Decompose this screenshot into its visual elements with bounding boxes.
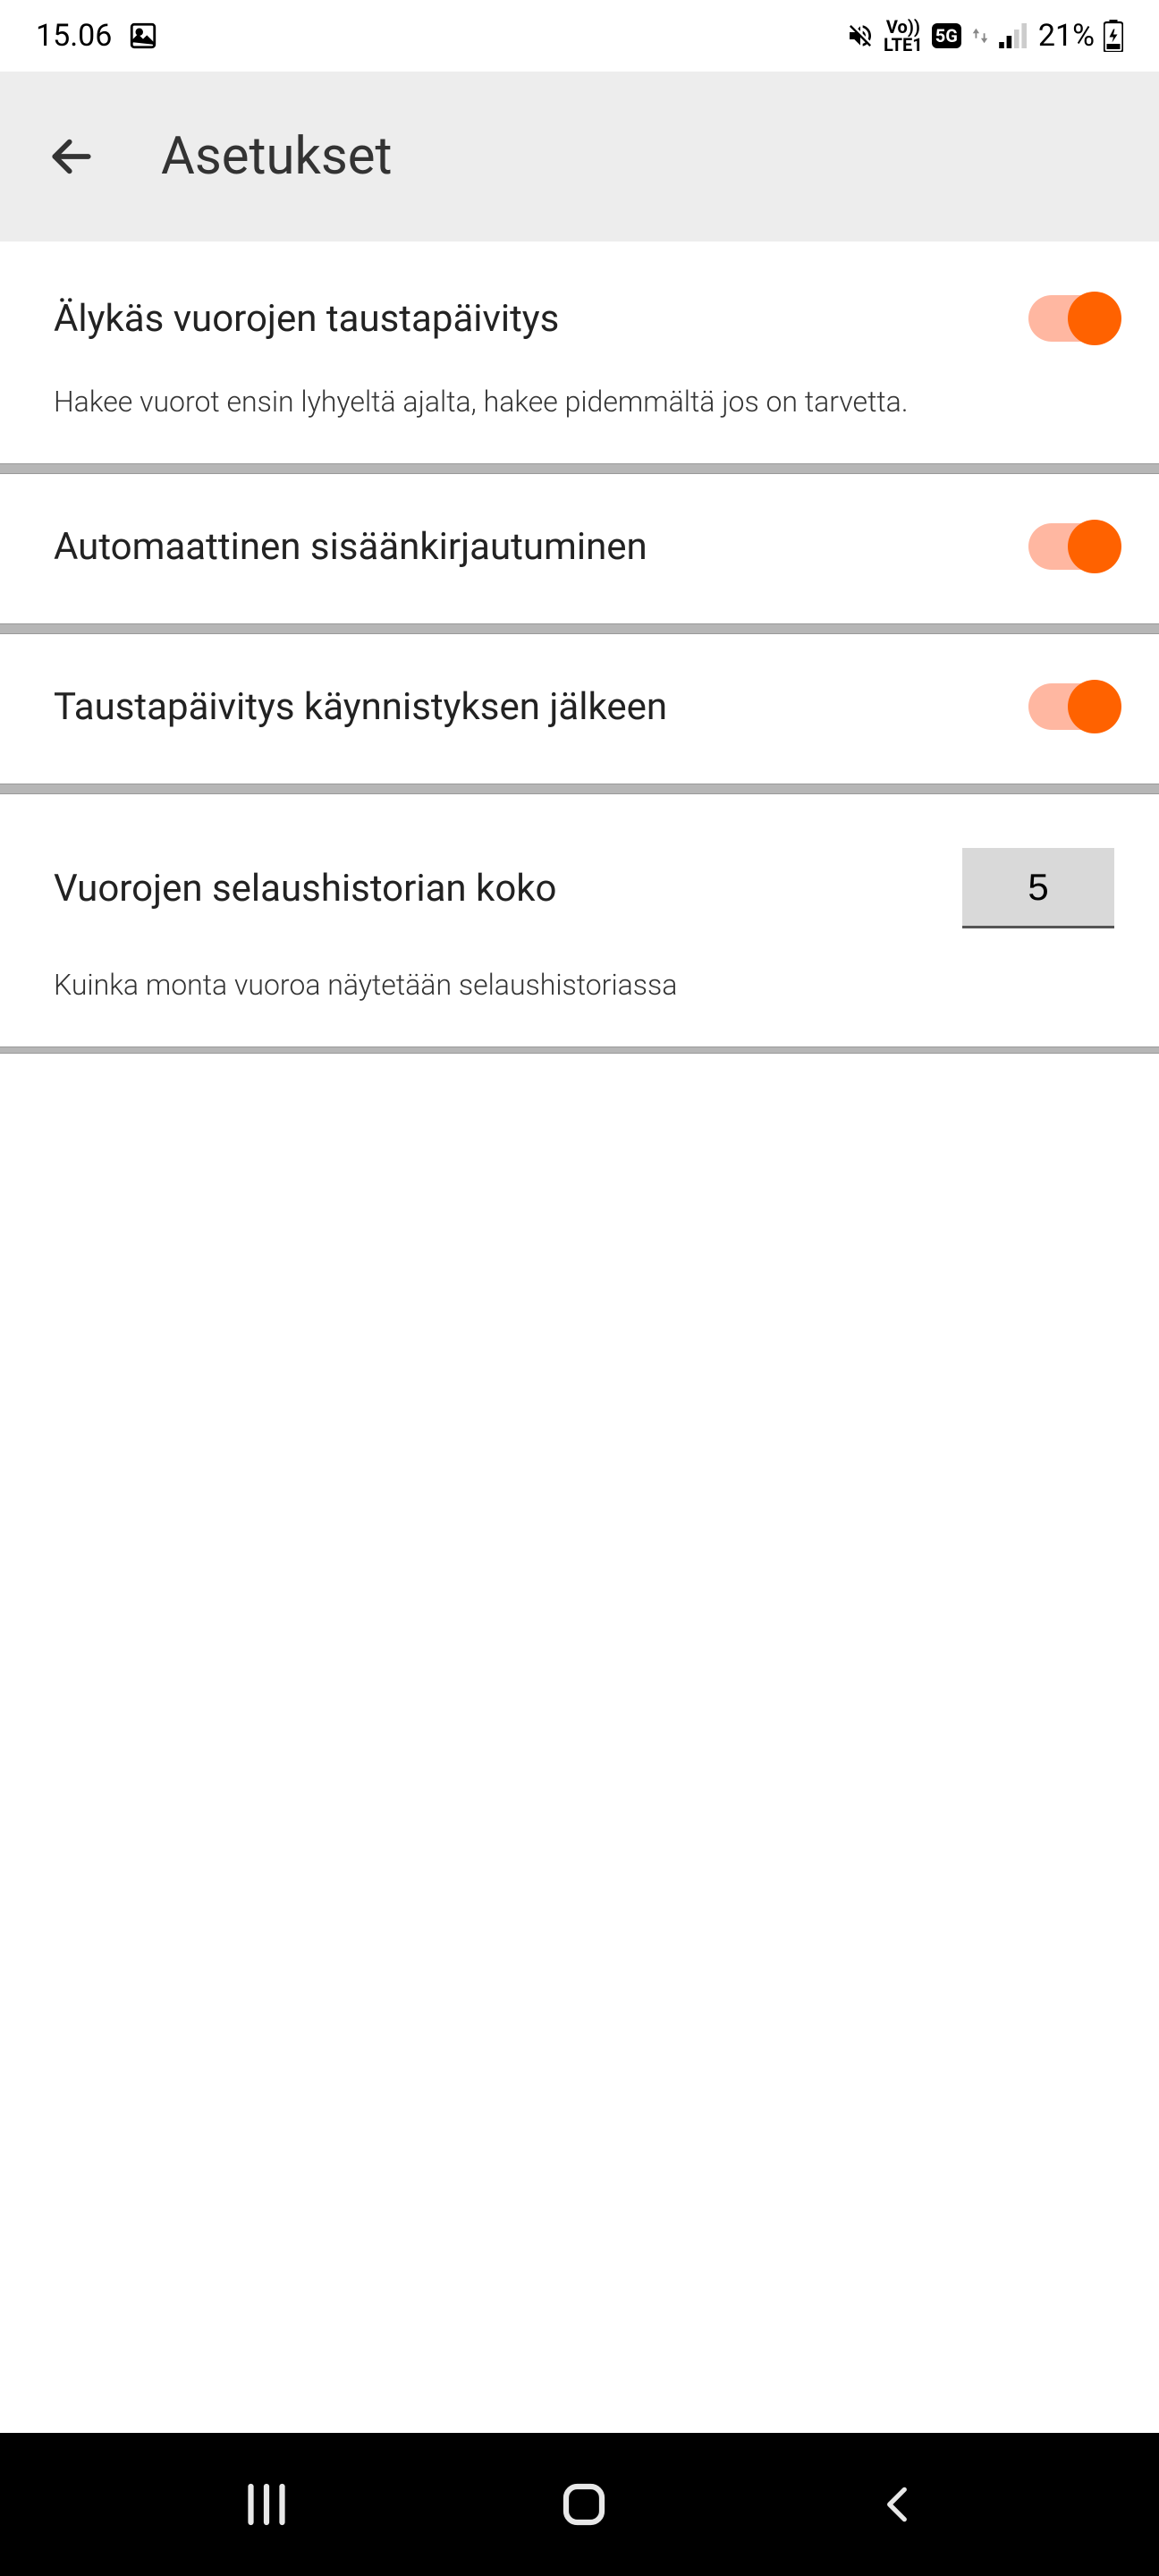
- toggle-background-update-after-start[interactable]: [1028, 683, 1114, 730]
- home-icon: [557, 2478, 611, 2531]
- chevron-left-icon: [875, 2478, 919, 2531]
- setting-smart-background-update[interactable]: Älykäs vuorojen taustapäivitys Hakee vuo…: [0, 242, 1159, 463]
- home-button[interactable]: [557, 2478, 611, 2531]
- setting-history-size[interactable]: Vuorojen selaushistorian koko Kuinka mon…: [0, 794, 1159, 1046]
- toggle-auto-login[interactable]: [1028, 523, 1114, 570]
- divider: [0, 1046, 1159, 1054]
- divider: [0, 463, 1159, 474]
- app-header: Asetukset: [0, 72, 1159, 242]
- recents-button[interactable]: [240, 2478, 293, 2531]
- setting-title: Automaattinen sisäänkirjautuminen: [54, 525, 647, 569]
- setting-auto-login[interactable]: Automaattinen sisäänkirjautuminen: [0, 474, 1159, 623]
- setting-title: Älykäs vuorojen taustapäivitys: [54, 297, 559, 341]
- back-button[interactable]: [45, 130, 98, 183]
- volte-indicator: Vo)) LTE1: [884, 18, 923, 54]
- battery-icon: [1104, 20, 1123, 52]
- mute-icon: [846, 21, 875, 50]
- updown-icon: [970, 23, 990, 48]
- divider: [0, 784, 1159, 794]
- toggle-smart-background-update[interactable]: [1028, 295, 1114, 342]
- system-nav-bar: [0, 2433, 1159, 2576]
- setting-title: Vuorojen selaushistorian koko: [54, 867, 557, 911]
- settings-content: Älykäs vuorojen taustapäivitys Hakee vuo…: [0, 242, 1159, 2576]
- image-icon: [128, 21, 158, 51]
- battery-percent: 21%: [1038, 18, 1095, 54]
- setting-description: Hakee vuorot ensin lyhyeltä ajalta, hake…: [54, 385, 1114, 419]
- setting-background-update-after-start[interactable]: Taustapäivitys käynnistyksen jälkeen: [0, 634, 1159, 784]
- page-title: Asetukset: [161, 126, 393, 187]
- back-nav-button[interactable]: [875, 2478, 919, 2531]
- divider: [0, 623, 1159, 634]
- status-time: 15.06: [36, 18, 112, 54]
- history-size-input[interactable]: [962, 848, 1114, 928]
- setting-title: Taustapäivitys käynnistyksen jälkeen: [54, 685, 667, 729]
- status-bar: 15.06 Vo)) LTE1 5G: [0, 0, 1159, 72]
- setting-description: Kuinka monta vuoroa näytetään selaushist…: [54, 968, 1114, 1002]
- signal-icon: [999, 23, 1029, 48]
- arrow-left-icon: [47, 131, 97, 182]
- network-badge: 5G: [932, 23, 961, 48]
- recents-icon: [240, 2478, 293, 2531]
